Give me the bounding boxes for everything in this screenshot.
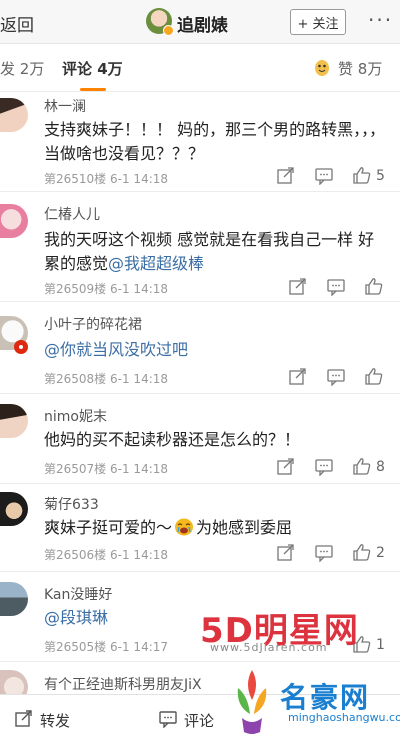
timestamp: 6-1 14:18 [110,172,169,186]
mention-link[interactable]: @段琪琳 [44,608,108,627]
timestamp: 6-1 14:18 [110,282,169,296]
comment-meta: 第26506楼 6-1 14:18 [44,546,168,563]
like-icon[interactable] [364,367,384,385]
comment-button[interactable]: 评论 [184,710,214,731]
avatar[interactable] [0,404,28,438]
share-icon[interactable] [288,368,308,386]
avatar[interactable] [0,582,28,616]
comment-text: 支持爽妹子！！！ 妈的，那三个男的路转黑，，，当做啥也没看见？？？ [44,120,386,163]
page-title: 追剧婊 [177,16,228,36]
repost-icon [15,710,32,727]
tab-bar: 发 2万 评论 4万 赞 8万 [0,44,400,92]
account-avatar[interactable] [146,8,174,36]
comment-item: nimo妮末 他妈的买不起读秒器还是怎么的？！ 第26507楼 6-1 14:1… [0,394,400,484]
like-icon[interactable] [352,166,372,184]
tab-repost[interactable]: 发 2万 [0,58,44,79]
like-count: 2 [376,545,385,561]
tab-comments[interactable]: 评论 4万 [62,58,123,79]
watermark-logo-icon [237,670,267,734]
comment-meta: 第26510楼 6-1 14:18 [44,170,168,187]
timestamp: 6-1 14:17 [110,640,169,654]
comment-meta: 第26507楼 6-1 14:18 [44,460,168,477]
comment-text-tail: 为她感到委屈 [196,518,293,537]
avatar[interactable] [0,492,28,526]
comment-meta: 第26505楼 6-1 14:17 [44,638,168,655]
comment-text-body: 爽妹子挺可爱的～ [44,518,173,537]
comment-text-body: 我的天呀这个视频 感觉就是在看我自己一样 好累的感觉 [44,230,375,273]
comment-meta: 第26508楼 6-1 14:18 [44,370,168,387]
reply-icon[interactable] [314,167,334,185]
comment-text: 我的天呀这个视频 感觉就是在看我自己一样 好累的感觉@我超超级棒 [44,228,390,276]
like-icon[interactable] [352,457,372,475]
nav-bar: 返回 追剧婊 + 关注 ··· [0,0,400,44]
share-icon[interactable] [288,278,308,296]
like-count: 5 [376,168,385,184]
comment-item: 仁椿人儿 我的天呀这个视频 感觉就是在看我自己一样 好累的感觉@我超超级棒 第2… [0,192,400,302]
verified-badge-icon [163,25,174,36]
like-count: 8 [376,459,385,475]
comment-text: 他妈的买不起读秒器还是怎么的？！ [44,430,301,449]
tab-repost-count: 2万 [19,60,45,78]
comment-item: 林一澜 支持爽妹子！！！ 妈的，那三个男的路转黑，，，当做啥也没看见？？？ 第2… [0,92,400,192]
floor-number: 第26507楼 [44,462,107,476]
comment-author[interactable]: 菊仔633 [44,494,99,514]
share-icon[interactable] [276,458,296,476]
comment-icon [159,711,177,728]
comment-item: 小叶子的碎花裙 @你就当风没吹过吧 第26508楼 6-1 14:18 [0,302,400,394]
timestamp: 6-1 14:18 [110,372,169,386]
repost-button[interactable]: 转发 [40,710,70,731]
floor-number: 第26510楼 [44,172,107,186]
comment-author[interactable]: 林一澜 [44,96,86,116]
comment-text: @你就当风没吹过吧 [44,338,390,362]
follow-button[interactable]: + 关注 [290,9,346,35]
floor-number: 第26509楼 [44,282,107,296]
comment-author[interactable]: 仁椿人儿 [44,204,100,224]
active-tab-indicator [80,88,106,91]
tab-repost-label: 发 [0,60,16,78]
share-icon[interactable] [276,544,296,562]
like-mascot-icon [315,60,329,76]
like-icon[interactable] [364,277,384,295]
avatar[interactable] [0,98,28,132]
timestamp: 6-1 14:18 [110,548,169,562]
mention-link[interactable]: @你就当风没吹过吧 [44,340,188,359]
tab-likes-count: 8万 [357,60,383,78]
more-options-icon[interactable]: ··· [368,8,393,32]
back-button[interactable]: 返回 [0,11,34,36]
watermark-minghao: 名豪网 [280,681,371,714]
avatar[interactable] [0,204,28,238]
floor-number: 第26508楼 [44,372,107,386]
tab-comments-label: 评论 [62,60,93,78]
reply-icon[interactable] [326,278,346,296]
like-count: 1 [376,637,385,653]
share-icon[interactable] [276,167,296,185]
floor-number: 第26505楼 [44,640,107,654]
region-flag-icon [14,340,28,354]
tab-likes-label: 赞 [338,60,354,78]
timestamp: 6-1 14:18 [110,462,169,476]
comment-author[interactable]: nimo妮末 [44,406,107,426]
tab-comments-count: 4万 [97,60,123,78]
comment-item: 菊仔633 爽妹子挺可爱的～ 为她感到委屈 第26506楼 6-1 14:18 2 [0,484,400,572]
comment-meta: 第26509楼 6-1 14:18 [44,280,168,297]
watermark-5d-url: www.5dJiaren.com [210,641,328,654]
watermark-minghao-url: minghaoshangwu.com [288,711,400,724]
crying-emoji-icon [174,518,194,536]
mention-link[interactable]: @我超超级棒 [108,254,204,273]
comment-text: 爽妹子挺可爱的～ 为她感到委屈 [44,516,390,540]
like-icon[interactable] [352,543,372,561]
reply-icon[interactable] [314,544,334,562]
comment-author[interactable]: Kan没睡好 [44,584,112,604]
comment-author[interactable]: 有个正经迪斯科男朋友JiX [44,674,202,694]
floor-number: 第26506楼 [44,548,107,562]
reply-icon[interactable] [314,458,334,476]
comment-author[interactable]: 小叶子的碎花裙 [44,314,142,334]
tab-likes[interactable]: 赞 8万 [338,58,382,79]
reply-icon[interactable] [326,368,346,386]
